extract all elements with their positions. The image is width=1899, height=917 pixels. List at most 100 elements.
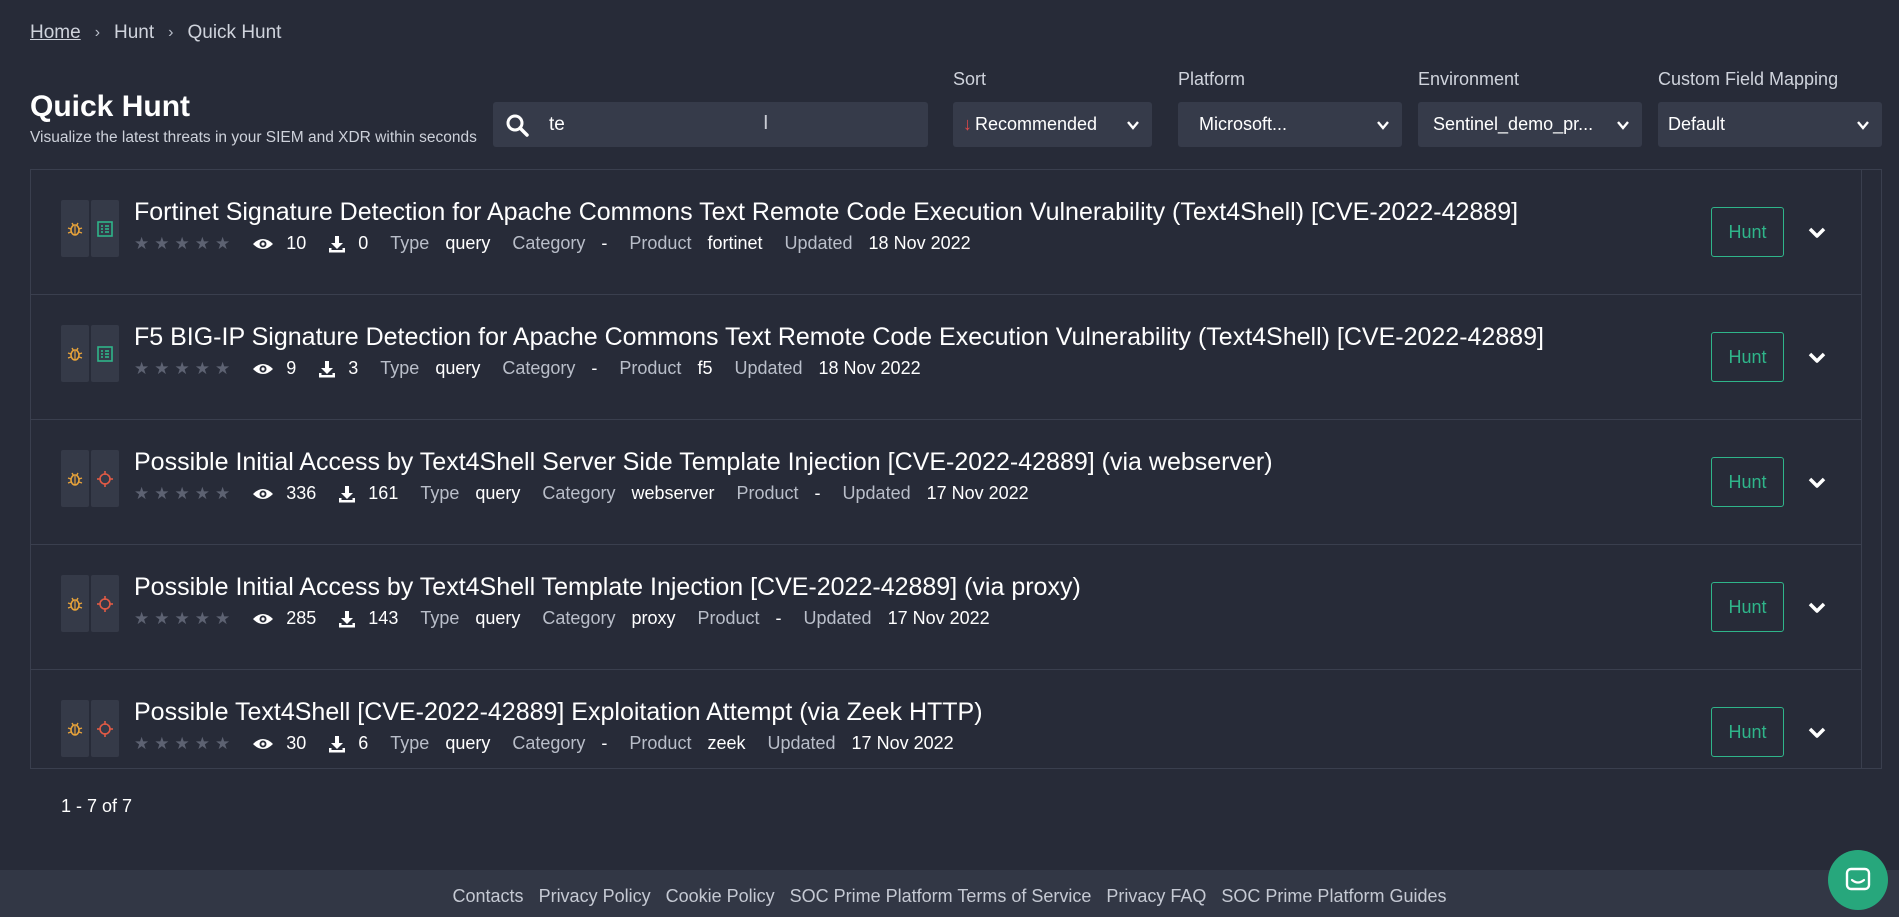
eye-icon — [252, 236, 274, 252]
star-icon[interactable]: ★ — [175, 484, 190, 504]
star-icon[interactable]: ★ — [154, 734, 169, 754]
breadcrumb-hunt[interactable]: Hunt — [114, 22, 154, 44]
result-meta: ★ ★ ★ ★ ★ 336 161 Type query Category webserver Pro… — [134, 483, 1051, 504]
search-box[interactable] — [493, 102, 928, 147]
star-icon[interactable]: ★ — [215, 484, 230, 504]
bug-icon — [61, 700, 89, 757]
result-title[interactable]: Fortinet Signature Detection for Apache … — [134, 198, 1518, 227]
custom-field-mapping-select[interactable]: Default — [1658, 102, 1882, 147]
pagination-summary: 1 - 7 of 7 — [61, 796, 133, 816]
chevron-down-icon[interactable] — [1804, 720, 1830, 746]
rating-stars[interactable]: ★ ★ ★ ★ ★ — [134, 484, 230, 504]
result-row[interactable]: Fortinet Signature Detection for Apache … — [31, 170, 1862, 295]
result-row[interactable]: F5 BIG-IP Signature Detection for Apache… — [31, 295, 1862, 420]
product-value: f5 — [697, 358, 713, 378]
content-type-icons — [61, 450, 119, 507]
download-icon — [328, 735, 346, 753]
star-icon[interactable]: ★ — [175, 234, 190, 254]
product-value: zeek — [707, 733, 746, 753]
hunt-button[interactable]: Hunt — [1711, 207, 1784, 257]
chevron-down-icon[interactable] — [1804, 470, 1830, 496]
platform-select[interactable]: Microsoft... — [1178, 102, 1402, 147]
scrollbar[interactable] — [1861, 170, 1881, 768]
bug-icon — [61, 450, 89, 507]
footer-link-platform-guides[interactable]: SOC Prime Platform Guides — [1221, 886, 1446, 907]
star-icon[interactable]: ★ — [175, 609, 190, 629]
footer-link-contacts[interactable]: Contacts — [453, 886, 524, 907]
updated-label: Updated — [767, 733, 836, 753]
star-icon[interactable]: ★ — [215, 734, 230, 754]
star-icon[interactable]: ★ — [195, 734, 210, 754]
result-row[interactable]: Possible Text4Shell [CVE-2022-42889] Exp… — [31, 670, 1862, 768]
result-row[interactable]: Possible Initial Access by Text4Shell Te… — [31, 545, 1862, 670]
chevron-down-icon — [1857, 120, 1869, 130]
star-icon[interactable]: ★ — [175, 734, 190, 754]
star-icon[interactable]: ★ — [195, 234, 210, 254]
footer-link-privacy-faq[interactable]: Privacy FAQ — [1106, 886, 1206, 907]
star-icon[interactable]: ★ — [134, 609, 149, 629]
star-icon[interactable]: ★ — [195, 609, 210, 629]
category-label: Category — [542, 483, 616, 503]
chevron-down-icon[interactable] — [1804, 220, 1830, 246]
type-label: Type — [420, 483, 460, 503]
chevron-down-icon[interactable] — [1804, 345, 1830, 371]
result-title[interactable]: Possible Initial Access by Text4Shell Te… — [134, 573, 1081, 602]
hunt-button[interactable]: Hunt — [1711, 332, 1784, 382]
rating-stars[interactable]: ★ ★ ★ ★ ★ — [134, 609, 230, 629]
bug-icon — [61, 575, 89, 632]
result-meta: ★ ★ ★ ★ ★ 285 143 Type query Category proxy Product… — [134, 608, 1012, 629]
views-count: 30 — [286, 733, 307, 753]
star-icon[interactable]: ★ — [134, 359, 149, 379]
page-subtitle: Visualize the latest threats in your SIE… — [30, 129, 477, 146]
footer-link-terms-of-service[interactable]: SOC Prime Platform Terms of Service — [790, 886, 1092, 907]
star-icon[interactable]: ★ — [134, 734, 149, 754]
star-icon[interactable]: ★ — [134, 234, 149, 254]
list-icon — [91, 325, 119, 382]
star-icon[interactable]: ★ — [195, 484, 210, 504]
star-icon[interactable]: ★ — [154, 234, 169, 254]
updated-value: 17 Nov 2022 — [851, 733, 954, 753]
category-label: Category — [502, 358, 576, 378]
star-icon[interactable]: ★ — [215, 234, 230, 254]
chevron-down-icon — [1617, 120, 1629, 130]
views-count: 336 — [286, 483, 317, 503]
type-label: Type — [390, 733, 430, 753]
hunt-button[interactable]: Hunt — [1711, 457, 1784, 507]
hunt-button[interactable]: Hunt — [1711, 707, 1784, 757]
views-count: 9 — [286, 358, 297, 378]
star-icon[interactable]: ★ — [154, 484, 169, 504]
downloads-count: 143 — [368, 608, 399, 628]
chevron-down-icon — [1377, 120, 1389, 130]
result-row[interactable]: Possible Initial Access by Text4Shell Se… — [31, 420, 1862, 545]
result-title[interactable]: F5 BIG-IP Signature Detection for Apache… — [134, 323, 1544, 352]
star-icon[interactable]: ★ — [175, 359, 190, 379]
category-label: Category — [542, 608, 616, 628]
footer-link-privacy-policy[interactable]: Privacy Policy — [539, 886, 651, 907]
rating-stars[interactable]: ★ ★ ★ ★ ★ — [134, 734, 230, 754]
chevron-down-icon[interactable] — [1804, 595, 1830, 621]
rating-stars[interactable]: ★ ★ ★ ★ ★ — [134, 234, 230, 254]
category-label: Category — [512, 233, 586, 253]
result-title[interactable]: Possible Initial Access by Text4Shell Se… — [134, 448, 1273, 477]
rating-stars[interactable]: ★ ★ ★ ★ ★ — [134, 359, 230, 379]
content-type-icons — [61, 700, 119, 757]
star-icon[interactable]: ★ — [154, 359, 169, 379]
star-icon[interactable]: ★ — [134, 484, 149, 504]
chat-launcher-button[interactable] — [1828, 850, 1888, 910]
search-input[interactable] — [549, 113, 849, 136]
result-title[interactable]: Possible Text4Shell [CVE-2022-42889] Exp… — [134, 698, 983, 727]
star-icon[interactable]: ★ — [215, 359, 230, 379]
target-icon — [91, 575, 119, 632]
star-icon[interactable]: ★ — [195, 359, 210, 379]
search-icon — [506, 114, 529, 137]
environment-select[interactable]: Sentinel_demo_pr... — [1418, 102, 1642, 147]
sort-select[interactable]: ↓ Recommended — [953, 102, 1152, 147]
star-icon[interactable]: ★ — [215, 609, 230, 629]
star-icon[interactable]: ★ — [154, 609, 169, 629]
footer-link-cookie-policy[interactable]: Cookie Policy — [666, 886, 775, 907]
hunt-button[interactable]: Hunt — [1711, 582, 1784, 632]
downloads-count: 0 — [358, 233, 369, 253]
chevron-down-icon — [1127, 120, 1139, 130]
breadcrumb-home-link[interactable]: Home — [30, 22, 81, 44]
chevron-right-icon: › — [94, 24, 101, 41]
